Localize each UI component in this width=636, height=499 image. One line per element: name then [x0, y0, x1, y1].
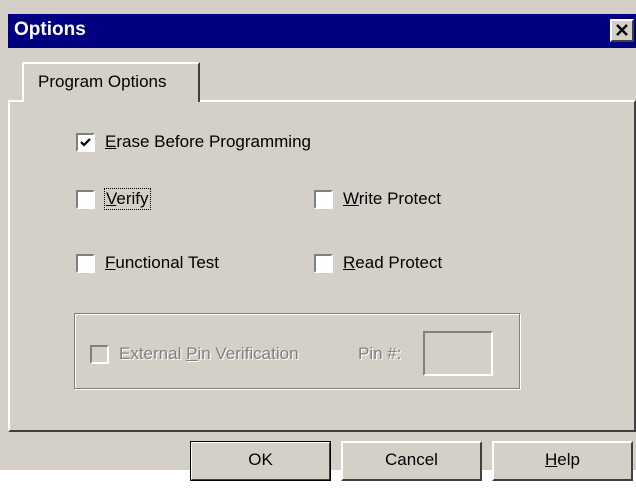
checkbox-box[interactable]	[76, 189, 95, 209]
verify-label: Verify	[104, 188, 151, 210]
functional-test-checkbox[interactable]: Functional Test	[76, 253, 219, 273]
verify-checkbox[interactable]: Verify	[76, 188, 151, 210]
checkbox-box[interactable]	[76, 132, 95, 152]
close-button[interactable]	[610, 19, 634, 42]
tab-program-options[interactable]: Program Options	[22, 62, 200, 102]
write-protect-label: Write Protect	[343, 189, 441, 208]
erase-before-programming-checkbox[interactable]: Erase Before Programming	[76, 132, 311, 152]
help-label: Help	[545, 450, 580, 469]
write-protect-checkbox[interactable]: Write Protect	[314, 189, 441, 209]
checkbox-box[interactable]	[314, 253, 333, 273]
erase-before-programming-label: Erase Before Programming	[105, 132, 311, 151]
cancel-button[interactable]: Cancel	[341, 441, 482, 481]
pin-number-input[interactable]	[423, 331, 493, 376]
checkbox-box[interactable]	[90, 344, 109, 364]
help-button[interactable]: Help	[492, 441, 633, 481]
pin-number-label: Pin #:	[358, 344, 402, 363]
close-icon	[615, 22, 629, 41]
options-dialog: Options Program Options Erase Before Pro…	[0, 0, 636, 481]
ok-label: OK	[248, 450, 273, 469]
read-protect-label: Read Protect	[343, 253, 443, 272]
ok-button[interactable]: OK	[190, 441, 331, 481]
tab-label: Program Options	[38, 72, 167, 91]
checkbox-box[interactable]	[314, 189, 333, 209]
checkbox-box[interactable]	[76, 253, 95, 273]
external-pin-verification-checkbox[interactable]: External Pin Verification	[90, 344, 299, 364]
checkmark-icon	[80, 137, 91, 147]
dialog-title: Options	[14, 19, 86, 40]
title-bar[interactable]: Options	[8, 14, 636, 48]
read-protect-checkbox[interactable]: Read Protect	[314, 253, 442, 273]
external-pin-verification-label: External Pin Verification	[119, 344, 299, 363]
functional-test-label: Functional Test	[105, 253, 220, 272]
cancel-label: Cancel	[385, 450, 438, 469]
